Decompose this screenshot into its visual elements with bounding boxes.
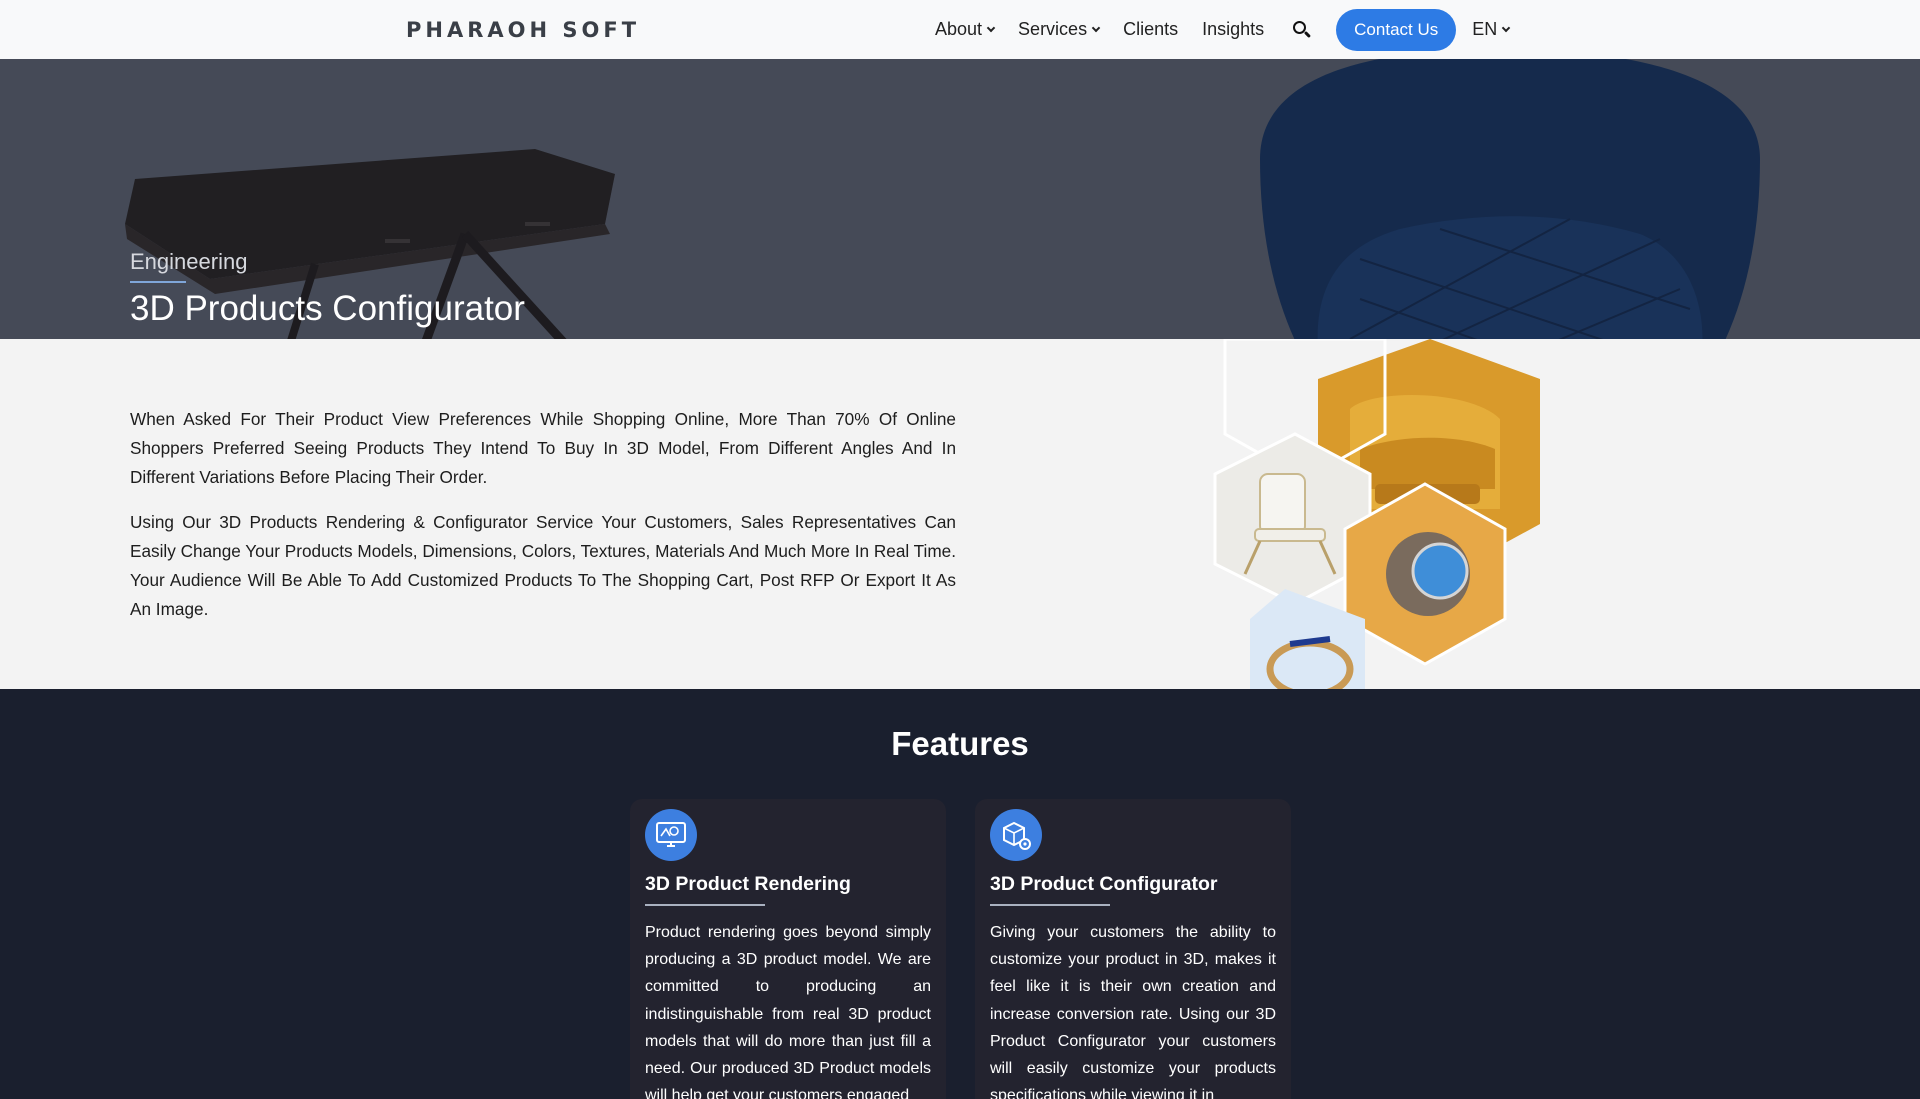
nav-insights[interactable]: Insights: [1202, 19, 1264, 40]
feature-card-text: Product rendering goes beyond simply pro…: [645, 924, 931, 1099]
intro-text: When Asked For Their Product View Prefer…: [130, 405, 956, 640]
card-divider: [990, 904, 1110, 906]
product-hexagon-collage: [1213, 339, 1540, 689]
intro-paragraph: When Asked For Their Product View Prefer…: [130, 409, 956, 487]
feature-card-configurator: 3D Product Configurator Giving your cust…: [975, 799, 1291, 1099]
intro-section: When Asked For Their Product View Prefer…: [0, 339, 1920, 689]
chevron-down-icon: [986, 23, 996, 32]
nav-clients-label: Clients: [1123, 19, 1179, 39]
contact-us-label: Contact Us: [1354, 19, 1439, 39]
nav-about-label: About: [935, 19, 983, 39]
monitor-render-icon: [645, 809, 697, 861]
nav-insights-label: Insights: [1202, 19, 1265, 39]
hero-subtitle: Engineering: [130, 249, 248, 274]
hero-banner: Engineering 3D Products Configurator: [0, 59, 1920, 339]
nav-services[interactable]: Services: [1018, 19, 1101, 40]
pharaoh-soft-logo[interactable]: PHARAOH SOFT: [406, 16, 640, 44]
hero-divider: [130, 281, 186, 283]
logo-text: PHARAOH SOFT: [406, 18, 641, 42]
search-icon[interactable]: [1292, 20, 1312, 40]
intro-paragraph: Using Our 3D Products Rendering & Config…: [130, 512, 957, 619]
chevron-down-icon: [1502, 23, 1511, 32]
main-nav: About Services Clients Insights Contact …: [935, 0, 1533, 59]
contact-us-button[interactable]: Contact Us: [1336, 8, 1457, 51]
features-section: Features 3D Product Rendering Product re…: [0, 689, 1920, 1099]
features-title: Features: [891, 725, 1029, 762]
nav-clients[interactable]: Clients: [1123, 19, 1178, 40]
top-navbar: PHARAOH SOFT About Services Clients Insi…: [0, 0, 1920, 59]
nav-services-label: Services: [1018, 19, 1088, 39]
feature-card-rendering: 3D Product Rendering Product rendering g…: [630, 799, 946, 1099]
feature-card-title: 3D Product Configurator: [990, 873, 1218, 895]
feature-card-text: Giving your customers the ability to cus…: [990, 924, 1276, 1099]
cube-gear-icon: [990, 809, 1042, 861]
language-label: EN: [1472, 19, 1498, 39]
page-title: 3D Products Configurator: [130, 289, 525, 328]
card-divider: [645, 904, 765, 906]
nav-about[interactable]: About: [935, 19, 996, 40]
chevron-down-icon: [1091, 23, 1101, 32]
feature-card-title: 3D Product Rendering: [645, 873, 851, 895]
language-selector[interactable]: EN: [1472, 19, 1511, 40]
